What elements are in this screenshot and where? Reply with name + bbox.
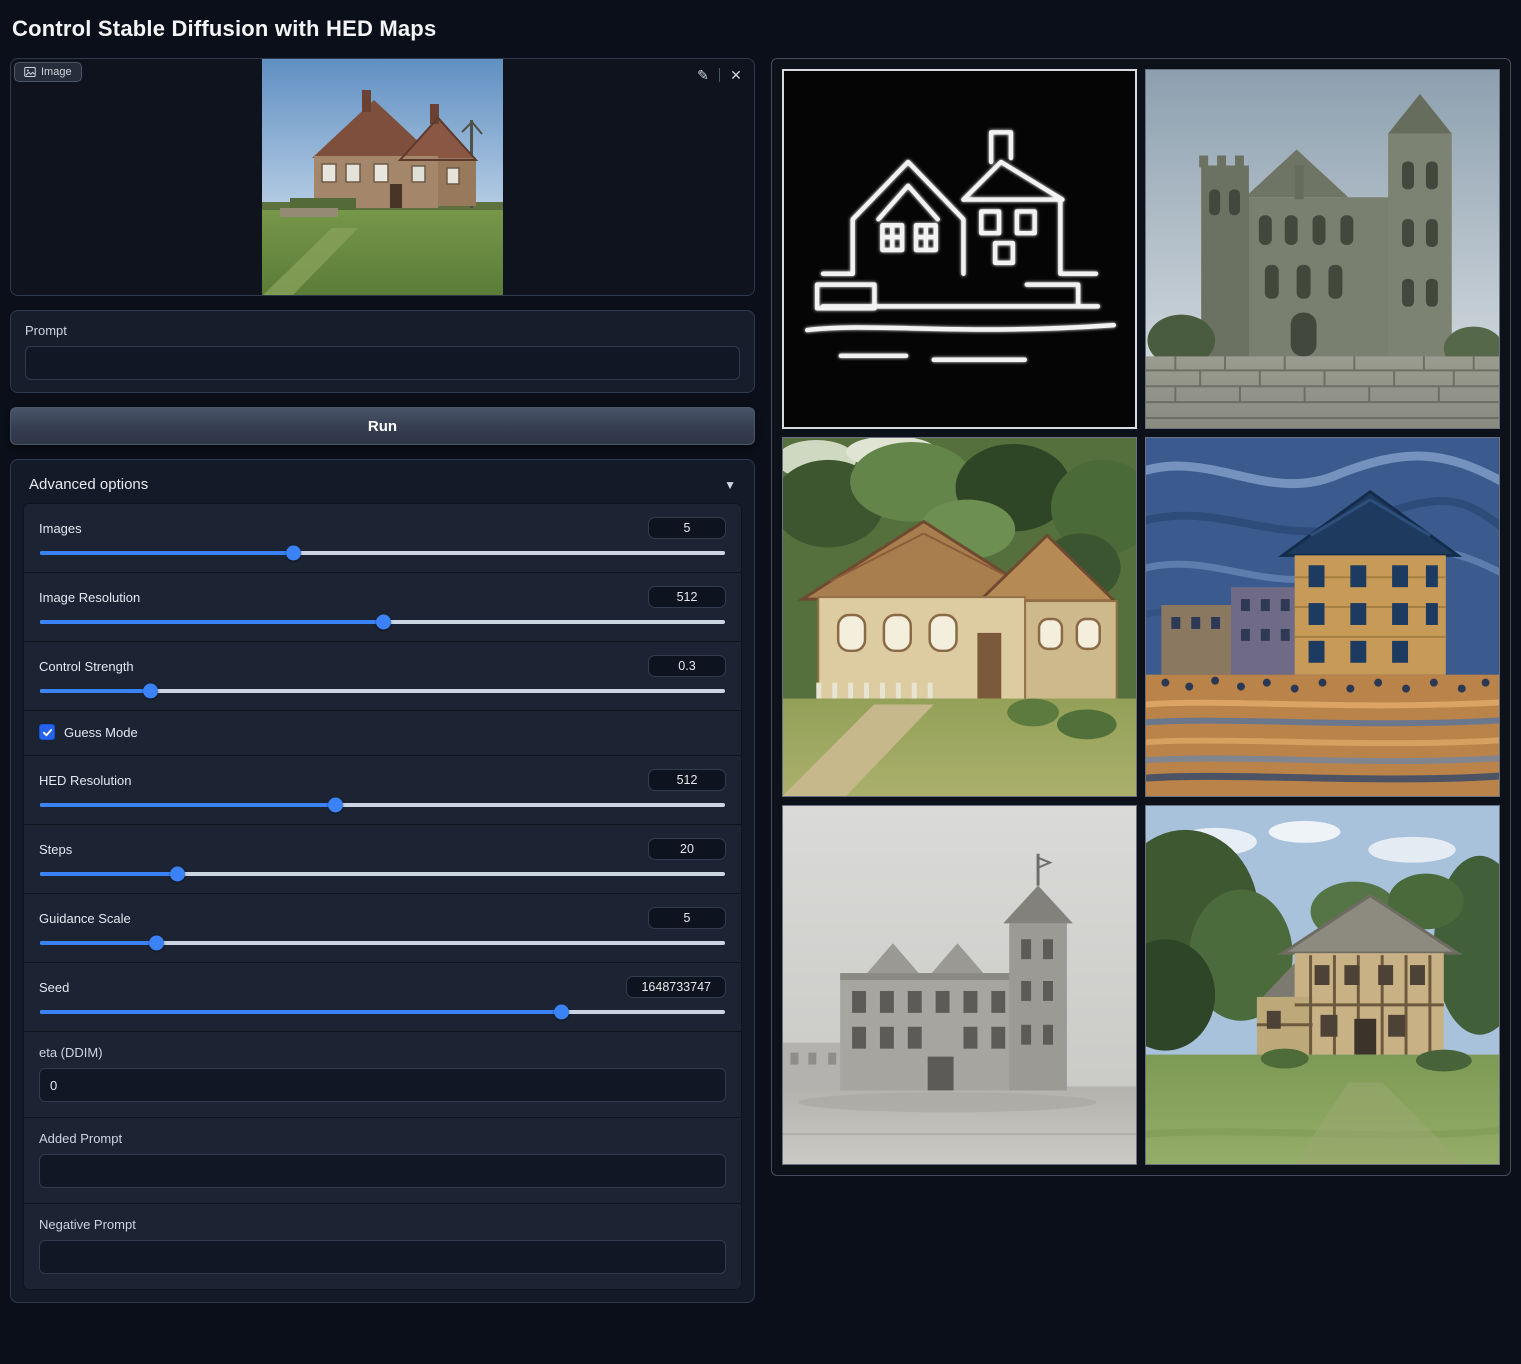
slider-row-images: Images 5 [24,504,741,572]
image-label: Image [41,66,72,78]
eta-row: eta (DDIM) [24,1031,741,1117]
slider-row-seed: Seed 1648733747 [24,962,741,1031]
steps-value[interactable]: 20 [648,838,726,860]
added-prompt-label: Added Prompt [39,1131,726,1146]
hed-resolution-slider-handle[interactable] [328,798,343,813]
steps-slider-fill [40,872,177,876]
controls-column: Image ✎ ✕ [10,58,755,1303]
hed-resolution-slider[interactable] [40,803,725,807]
gallery-item-grayscale-building[interactable] [782,805,1137,1165]
images-label: Images [39,521,82,536]
image-resolution-value[interactable]: 512 [648,586,726,608]
images-value[interactable]: 5 [648,517,726,539]
guess-mode-checkbox[interactable] [39,724,55,740]
control-strength-slider-fill [40,689,150,693]
steps-slider[interactable] [40,872,725,876]
gallery-item-castle[interactable] [1145,69,1500,429]
images-slider-fill [40,551,293,555]
seed-label: Seed [39,980,69,995]
images-slider-handle[interactable] [286,546,301,561]
added-prompt-input[interactable] [39,1154,726,1188]
image-upload-block[interactable]: Image ✎ ✕ [10,58,755,296]
eta-label: eta (DDIM) [39,1045,726,1060]
page-title: Control Stable Diffusion with HED Maps [12,16,1511,42]
negative-prompt-label: Negative Prompt [39,1217,726,1232]
seed-value[interactable]: 1648733747 [626,976,726,998]
main-layout: Image ✎ ✕ [10,58,1511,1303]
edit-icon[interactable]: ✎ [691,63,715,87]
slider-row-hed-resolution: HED Resolution 512 [24,755,741,824]
guess-mode-label: Guess Mode [64,725,138,740]
hed-resolution-slider-fill [40,803,335,807]
guidance-scale-label: Guidance Scale [39,911,131,926]
seed-slider-handle[interactable] [554,1005,569,1020]
image-label-badge: Image [14,62,82,82]
slider-row-steps: Steps 20 [24,824,741,893]
advanced-options-title: Advanced options [29,476,148,493]
image-resolution-slider-fill [40,620,383,624]
steps-label: Steps [39,842,72,857]
output-gallery [771,58,1511,1176]
advanced-options-header[interactable]: Advanced options ▼ [23,472,742,503]
run-button[interactable]: Run [10,407,755,445]
slider-row-image-resolution: Image Resolution 512 [24,572,741,641]
prompt-block: Prompt [10,310,755,393]
gallery-item-painted-cottage[interactable] [782,437,1137,797]
negative-prompt-input[interactable] [39,1240,726,1274]
painted-cottage-image [783,438,1136,796]
eta-input[interactable] [39,1068,726,1102]
control-strength-slider[interactable] [40,689,725,693]
guidance-scale-slider-handle[interactable] [149,936,164,951]
guidance-scale-value[interactable]: 5 [648,907,726,929]
advanced-controls: Images 5 Image Resolution 512 [23,503,742,1290]
image-resolution-label: Image Resolution [39,590,140,605]
control-strength-slider-handle[interactable] [143,684,158,699]
hed-map-image [784,71,1135,427]
guidance-scale-slider-fill [40,941,156,945]
images-slider[interactable] [40,551,725,555]
guess-mode-row: Guess Mode [24,710,741,755]
castle-image [1146,70,1499,428]
image-icon [24,66,36,78]
steps-slider-handle[interactable] [170,867,185,882]
seed-slider-fill [40,1010,561,1014]
guidance-scale-slider[interactable] [40,941,725,945]
stylized-painting-image [1146,438,1499,796]
slider-row-control-strength: Control Strength 0.3 [24,641,741,710]
chevron-down-icon[interactable]: ▼ [724,478,736,492]
gallery-item-stylized-painting[interactable] [1145,437,1500,797]
check-icon [42,727,53,738]
advanced-options-accordion: Advanced options ▼ Images 5 [10,459,755,1303]
house-lawn-image [1146,806,1499,1164]
prompt-input[interactable] [25,346,740,380]
image-resolution-slider-handle[interactable] [376,615,391,630]
hed-resolution-label: HED Resolution [39,773,132,788]
slider-row-guidance-scale: Guidance Scale 5 [24,893,741,962]
image-tools: ✎ ✕ [691,63,748,87]
gallery-item-house-lawn[interactable] [1145,805,1500,1165]
image-resolution-slider[interactable] [40,620,725,624]
tool-divider [719,68,720,82]
negative-prompt-row: Negative Prompt [24,1203,741,1289]
added-prompt-row: Added Prompt [24,1117,741,1203]
control-strength-value[interactable]: 0.3 [648,655,726,677]
grayscale-building-image [783,806,1136,1164]
hed-resolution-value[interactable]: 512 [648,769,726,791]
uploaded-house-photo [262,59,503,295]
clear-icon[interactable]: ✕ [724,63,748,87]
gallery-item-hed-map[interactable] [782,69,1137,429]
control-strength-label: Control Strength [39,659,134,674]
seed-slider[interactable] [40,1010,725,1014]
prompt-label: Prompt [25,323,740,338]
